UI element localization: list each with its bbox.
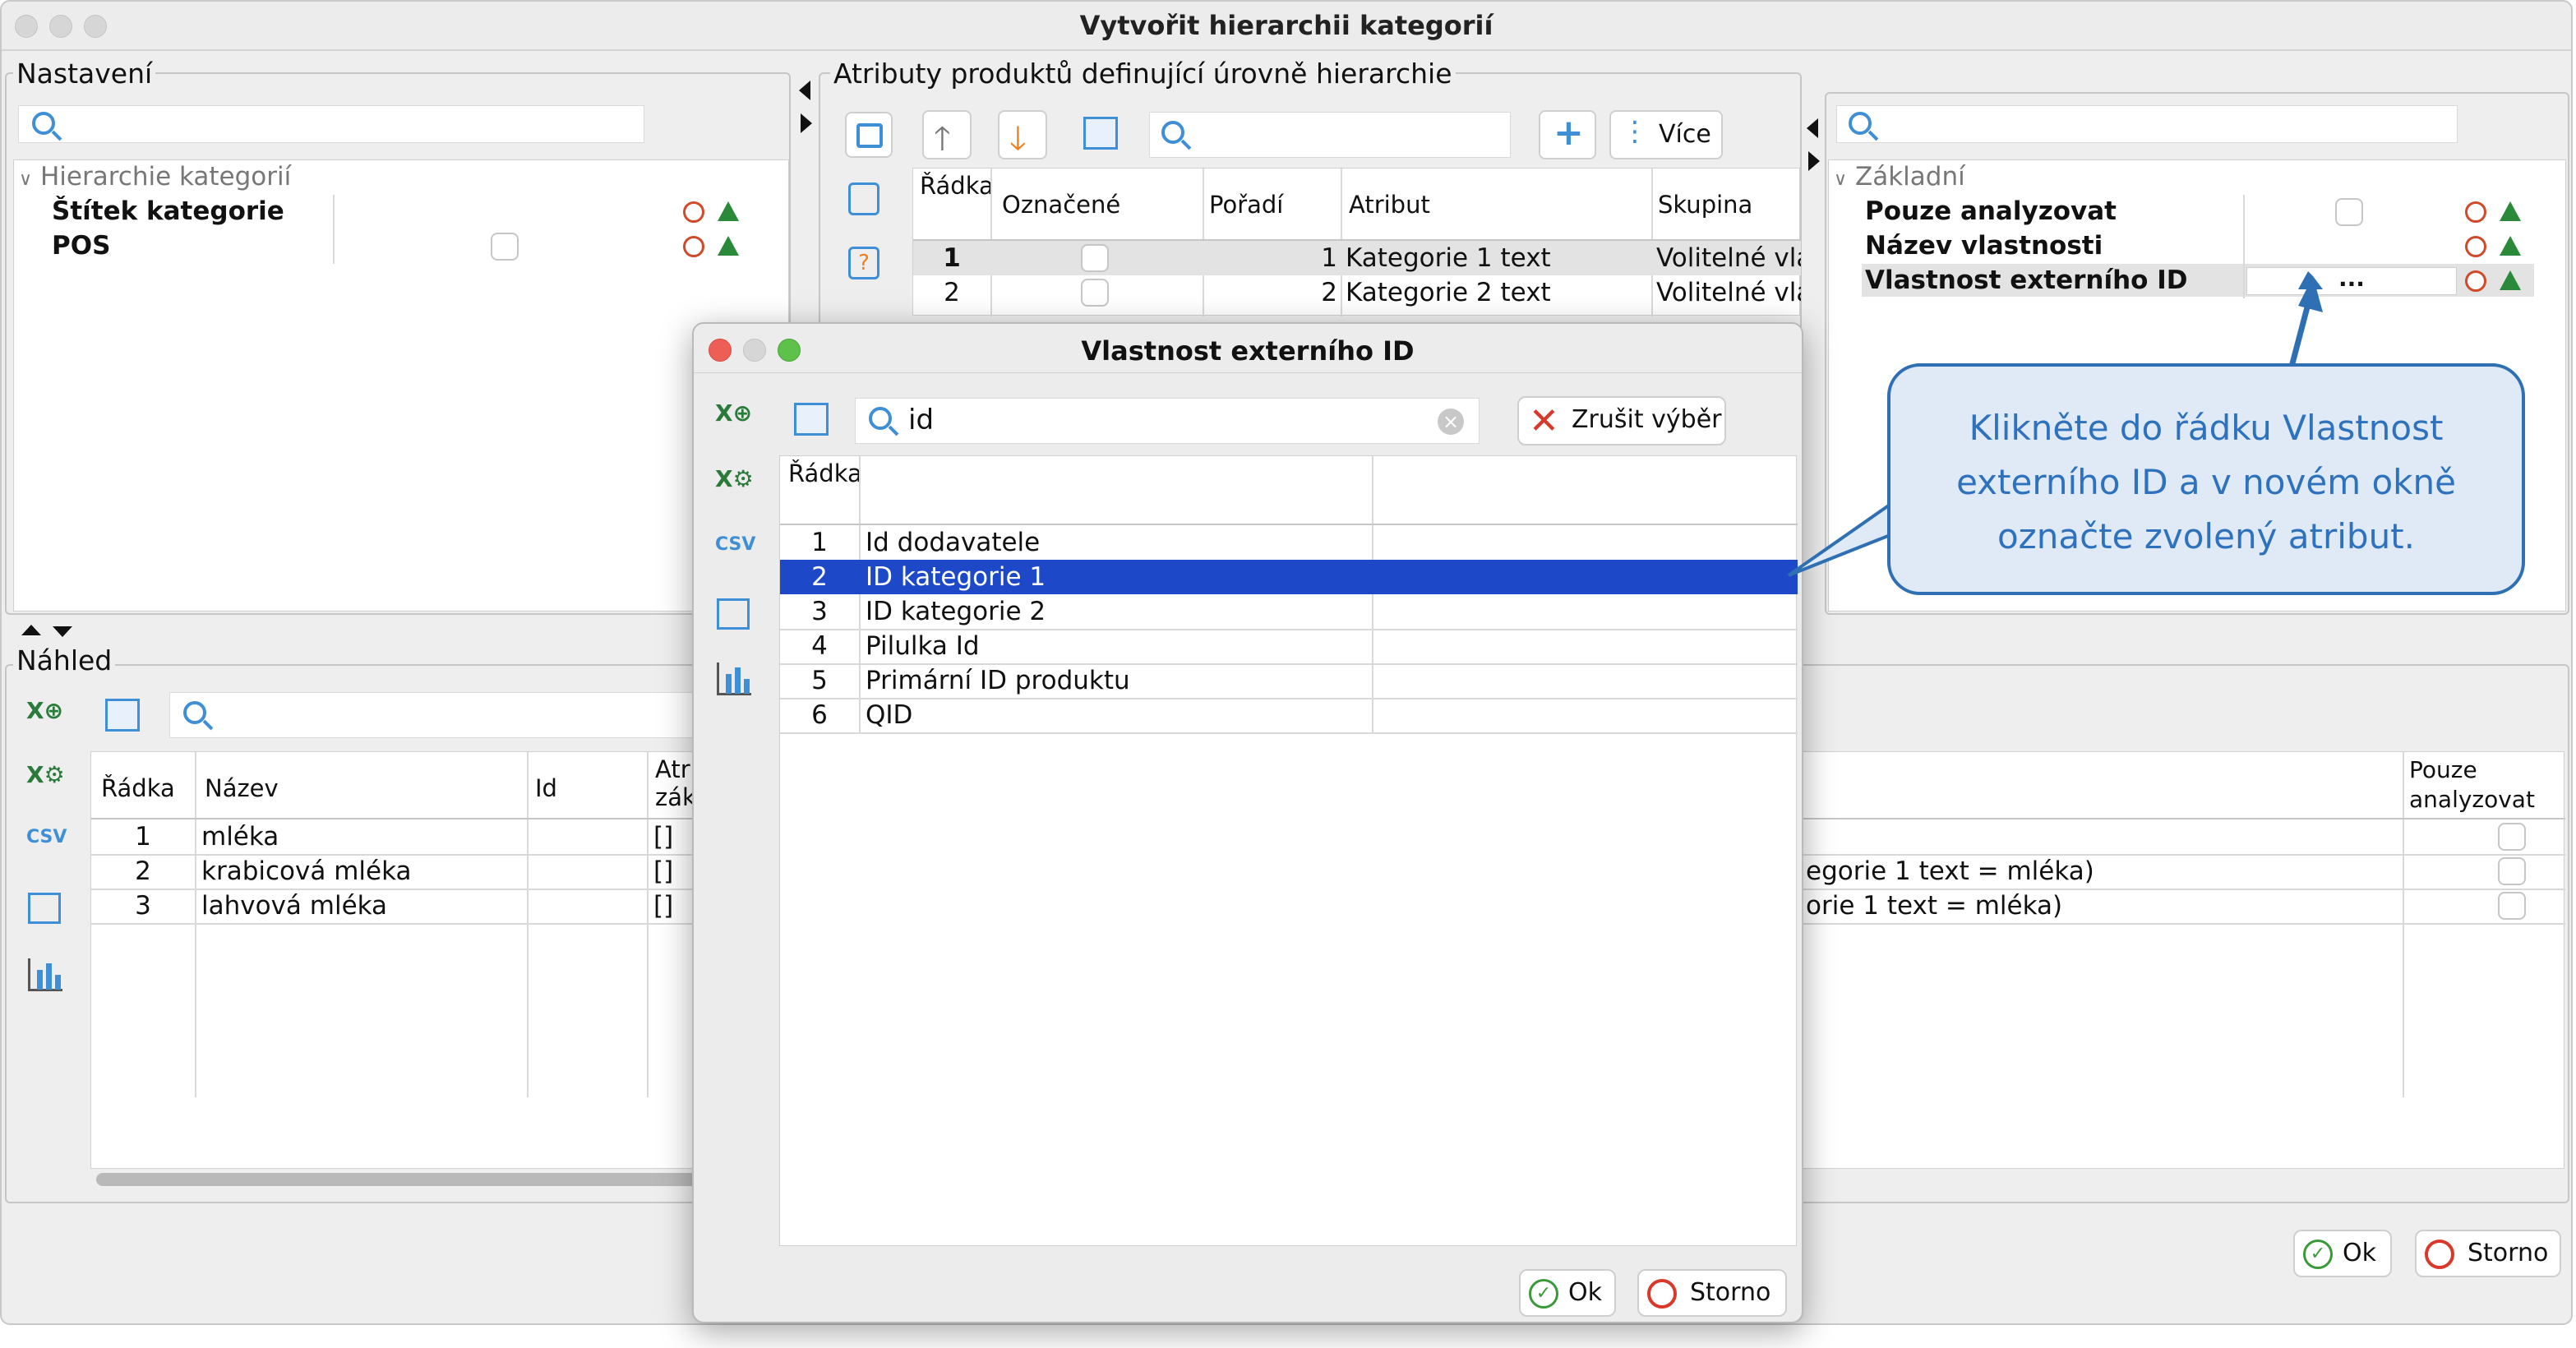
callout-arrows xyxy=(1787,271,2323,577)
instruction-callout: Klikněte do řádku Vlastnost externího ID… xyxy=(1887,363,2525,595)
